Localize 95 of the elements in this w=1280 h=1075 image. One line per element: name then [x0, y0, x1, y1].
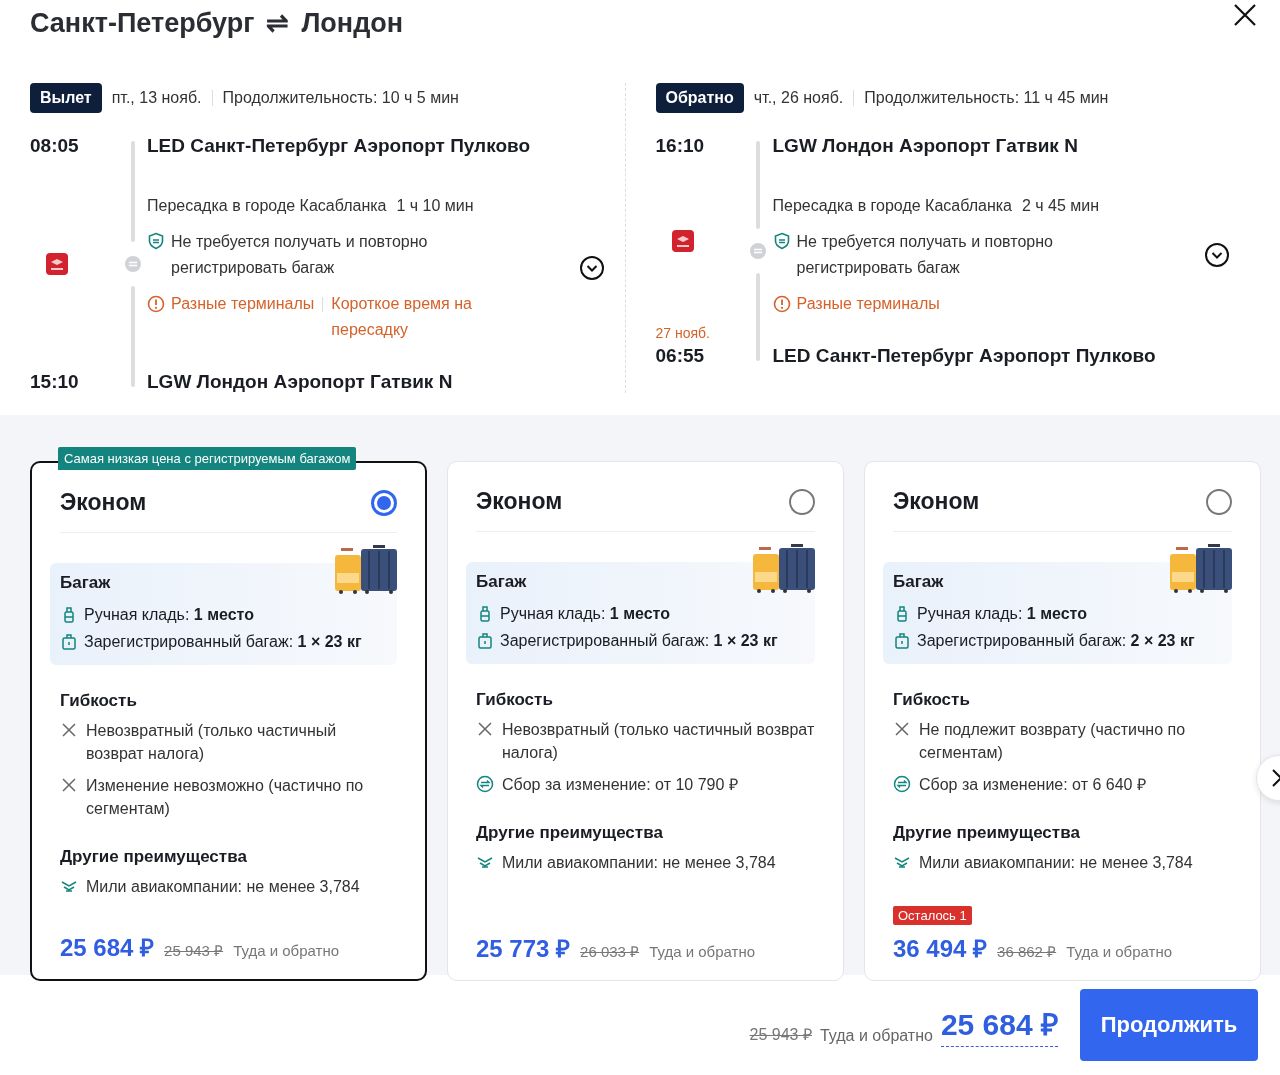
cross-icon [60, 776, 78, 794]
fare-price: 36 494 ₽ [893, 934, 988, 964]
expand-chevron-icon[interactable] [578, 255, 605, 281]
section-heading: Другие преимущества [476, 823, 664, 843]
benefit-item: Мили авиакомпании: не менее 3,784 [502, 853, 776, 873]
baggage-note: Не требуется получать и повторно регистрировать багаж [171, 232, 429, 278]
route-destination: Лондон [301, 7, 404, 39]
baggage-item: Ручная кладь: 1 место [917, 604, 1087, 624]
flexibility-item: Сбор за изменение: от 6 640 ₽ [919, 775, 1146, 795]
airline-logo-icon [46, 253, 68, 275]
suitcase-icon [893, 631, 911, 650]
flight-duration: Продолжительность: 10 ч 5 мин [222, 89, 459, 107]
transfer-city: Пересадка в городе Касабланка [772, 196, 1012, 216]
transfer-duration: 1 ч 10 мин [396, 196, 474, 216]
price-note: Туда и обратно [233, 942, 340, 959]
section-heading: Другие преимущества [893, 823, 1081, 843]
flight-date: чт., 26 нояб. [753, 89, 844, 107]
close-icon[interactable] [1232, 2, 1258, 28]
shield-icon [147, 232, 165, 250]
exchange-icon [476, 775, 494, 793]
section-heading: Багаж [476, 572, 528, 592]
flight-date: пт., 13 нояб. [111, 89, 202, 107]
price-note: Туда и обратно [819, 1027, 933, 1045]
benefit-item: Мили авиакомпании: не менее 3,784 [919, 853, 1193, 873]
expand-chevron-icon[interactable] [1204, 242, 1230, 268]
fare-radio[interactable] [371, 489, 397, 516]
fare-name: Эконом [476, 488, 563, 515]
baggage-item: Зарегистрированный багаж: 2 × 23 кг [917, 631, 1195, 651]
airline-logo-icon [671, 230, 694, 252]
transfer-duration: 2 ч 45 мин [1021, 196, 1100, 216]
luggage-drawing [1168, 544, 1234, 594]
transfer-warning: Разные терминалы [796, 294, 940, 314]
section-heading: Багаж [60, 573, 112, 593]
departure-time: 16:10 [655, 135, 706, 157]
flight-duration: Продолжительность: 11 ч 45 мин [864, 89, 1109, 107]
fare-badge: Самая низкая цена с регистрируемым багажом [58, 447, 357, 470]
section-heading: Багаж [893, 572, 945, 592]
suitcase-icon [476, 631, 494, 650]
cross-icon [893, 720, 911, 738]
flexibility-item: Изменение невозможно (частично по сегментам) [86, 776, 365, 819]
old-price: 25 943 ₽ [164, 941, 224, 960]
warning-icon [147, 295, 165, 313]
baggage-item: Ручная кладь: 1 место [84, 605, 254, 625]
departure-airport: LED Санкт-Петербург Аэропорт Пулково [147, 135, 532, 157]
arrival-time: 06:55 [655, 345, 705, 366]
arrival-airport: LGW Лондон Аэропорт Гатвик N [147, 371, 454, 393]
direction-badge: Вылет [30, 83, 102, 113]
route-arrow: ⇌ [266, 7, 290, 39]
luggage-drawing [333, 545, 399, 595]
baggage-item: Ручная кладь: 1 место [500, 604, 670, 624]
suitcase-icon [60, 632, 78, 651]
fare-name: Эконом [893, 488, 980, 515]
fare-price: 25 684 ₽ [60, 933, 155, 963]
transfer-icon [124, 256, 141, 272]
baggage-item: Зарегистрированный багаж: 1 × 23 кг [500, 631, 778, 651]
luggage-drawing [751, 544, 817, 594]
benefit-item: Мили авиакомпании: не менее 3,784 [86, 877, 360, 897]
departure-airport: LGW Лондон Аэропорт Гатвик N [772, 135, 1079, 157]
flexibility-item: Невозвратный (только частичный возврат налога) [86, 721, 338, 764]
exchange-icon [893, 775, 911, 793]
transfer-warning: Короткое время на пересадку [331, 294, 473, 340]
flexibility-item: Не подлежит возврату (частично по сегментам) [919, 720, 1187, 763]
section-heading: Гибкость [893, 690, 971, 710]
transfer-warning: Разные терминалы [171, 294, 315, 314]
flexibility-item: Сбор за изменение: от 10 790 ₽ [502, 775, 738, 795]
warning-icon [772, 295, 791, 313]
route-origin: Санкт-Петербург [30, 7, 255, 39]
arrival-airport: LED Санкт-Петербург Аэропорт Пулково [772, 345, 1157, 367]
fare-radio[interactable] [789, 488, 815, 515]
departure-time: 08:05 [30, 135, 80, 157]
arrival-date: 27 нояб. [655, 325, 711, 341]
continue-button[interactable]: Продолжить [1080, 989, 1258, 1061]
cross-icon [476, 720, 494, 738]
direction-badge: Обратно [655, 83, 744, 113]
flexibility-item: Невозвратный (только частичный возврат налога) [502, 720, 815, 763]
transfer-city: Пересадка в городе Касабланка [147, 196, 387, 216]
total-price[interactable]: 25 684 ₽ [940, 1003, 1058, 1047]
price-note: Туда и обратно [649, 943, 756, 960]
section-heading: Другие преимущества [60, 847, 248, 867]
fare-name: Эконом [60, 489, 147, 516]
seats-left-tag: Осталось 1 [893, 906, 972, 925]
section-heading: Гибкость [60, 691, 138, 711]
shield-icon [772, 232, 791, 250]
old-price: 25 943 ₽ [749, 1025, 812, 1045]
fare-radio[interactable] [1206, 488, 1232, 515]
fare-price: 25 773 ₽ [476, 934, 571, 964]
cross-icon [60, 721, 78, 739]
old-price: 36 862 ₽ [997, 942, 1057, 961]
baggage-item: Зарегистрированный багаж: 1 × 23 кг [84, 632, 362, 652]
price-note: Туда и обратно [1066, 943, 1173, 960]
old-price: 26 033 ₽ [580, 942, 640, 961]
section-heading: Гибкость [476, 690, 554, 710]
baggage-note: Не требуется получать и повторно регистрировать багаж [796, 232, 1054, 278]
arrival-time: 15:10 [30, 371, 79, 392]
transfer-icon [750, 243, 766, 259]
